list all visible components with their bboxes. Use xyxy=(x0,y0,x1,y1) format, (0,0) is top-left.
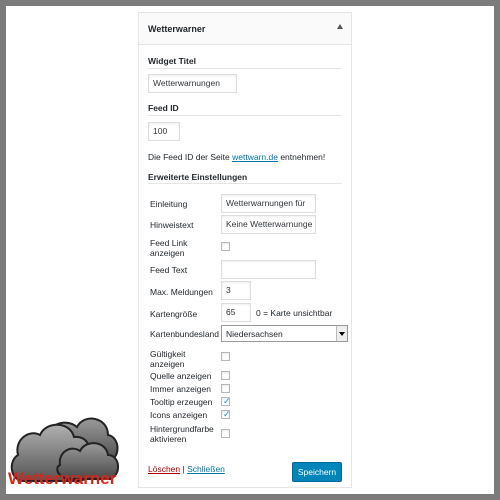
gueltigkeit-checkbox[interactable] xyxy=(221,352,230,361)
feed-hint-suffix: entnehmen! xyxy=(280,152,326,162)
immer-label: Immer anzeigen xyxy=(150,384,211,394)
collapse-arrow-icon[interactable] xyxy=(337,24,343,29)
feed-id-input[interactable]: 100 xyxy=(148,122,180,141)
einleitung-label: Einleitung xyxy=(150,199,188,209)
wettwarn-link[interactable]: wettwarn.de xyxy=(232,152,278,162)
widget-title-label: Widget Titel xyxy=(148,56,196,66)
einleitung-input[interactable]: Wetterwarnungen für xyxy=(221,194,316,213)
feed-link-checkbox[interactable] xyxy=(221,242,230,251)
quelle-label: Quelle anzeigen xyxy=(150,371,212,381)
icons-label: Icons anzeigen xyxy=(150,410,208,420)
save-button[interactable]: Speichern xyxy=(292,462,342,482)
hintergrund-checkbox[interactable] xyxy=(221,429,230,438)
delete-link[interactable]: Löschen xyxy=(148,464,180,474)
hintergrund-label: Hintergrundfarbe aktivieren xyxy=(150,424,214,444)
gueltigkeit-label: Gültigkeit anzeigen xyxy=(150,349,186,369)
max-meldungen-label: Max. Meldungen xyxy=(150,287,213,297)
kartenbundesland-label: Kartenbundesland xyxy=(150,329,220,339)
tooltip-label: Tooltip erzeugen xyxy=(150,397,213,407)
divider xyxy=(148,115,342,116)
quelle-checkbox[interactable] xyxy=(221,371,230,380)
widget-footer-links: Löschen | Schließen xyxy=(148,464,225,474)
advanced-settings-label: Erweiterte Einstellungen xyxy=(148,172,248,182)
kartenbundesland-value: Niedersachsen xyxy=(226,329,283,339)
widget-header[interactable]: Wetterwarner xyxy=(139,13,351,45)
kartenbundesland-select[interactable]: Niedersachsen xyxy=(221,325,348,342)
link-separator: | xyxy=(182,464,185,474)
widget-title: Wetterwarner xyxy=(148,24,206,34)
widget-panel: Wetterwarner Widget Titel Wetterwarnunge… xyxy=(138,12,352,488)
feed-hint-prefix: Die Feed ID der Seite xyxy=(148,152,230,162)
feed-text-input[interactable] xyxy=(221,260,316,279)
widget-title-input[interactable]: Wetterwarnungen xyxy=(148,74,237,93)
divider xyxy=(148,68,342,69)
check-icon: ✓ xyxy=(223,396,231,406)
icons-checkbox[interactable]: ✓ xyxy=(221,409,231,419)
feed-id-label: Feed ID xyxy=(148,103,179,113)
tooltip-checkbox[interactable]: ✓ xyxy=(221,396,231,406)
dropdown-arrow-icon[interactable] xyxy=(336,326,347,341)
kartengroesse-label: Kartengröße xyxy=(150,309,198,319)
logo-text: Wetterwarner xyxy=(8,469,117,488)
immer-checkbox[interactable] xyxy=(221,384,230,393)
feed-id-hint: Die Feed ID der Seite wettwarn.de entneh… xyxy=(148,152,325,162)
divider xyxy=(148,183,342,184)
check-icon: ✓ xyxy=(223,409,231,419)
kartengroesse-input[interactable]: 65 xyxy=(221,303,251,322)
kartengroesse-hint: 0 = Karte unsichtbar xyxy=(256,308,333,318)
feed-text-label: Feed Text xyxy=(150,265,188,275)
hinweistext-input[interactable]: Keine Wetterwarnunge xyxy=(221,215,316,234)
feed-link-label: Feed Link anzeigen xyxy=(150,238,188,258)
hinweistext-label: Hinweistext xyxy=(150,220,194,230)
close-link[interactable]: Schließen xyxy=(187,464,225,474)
max-meldungen-input[interactable]: 3 xyxy=(221,281,251,300)
